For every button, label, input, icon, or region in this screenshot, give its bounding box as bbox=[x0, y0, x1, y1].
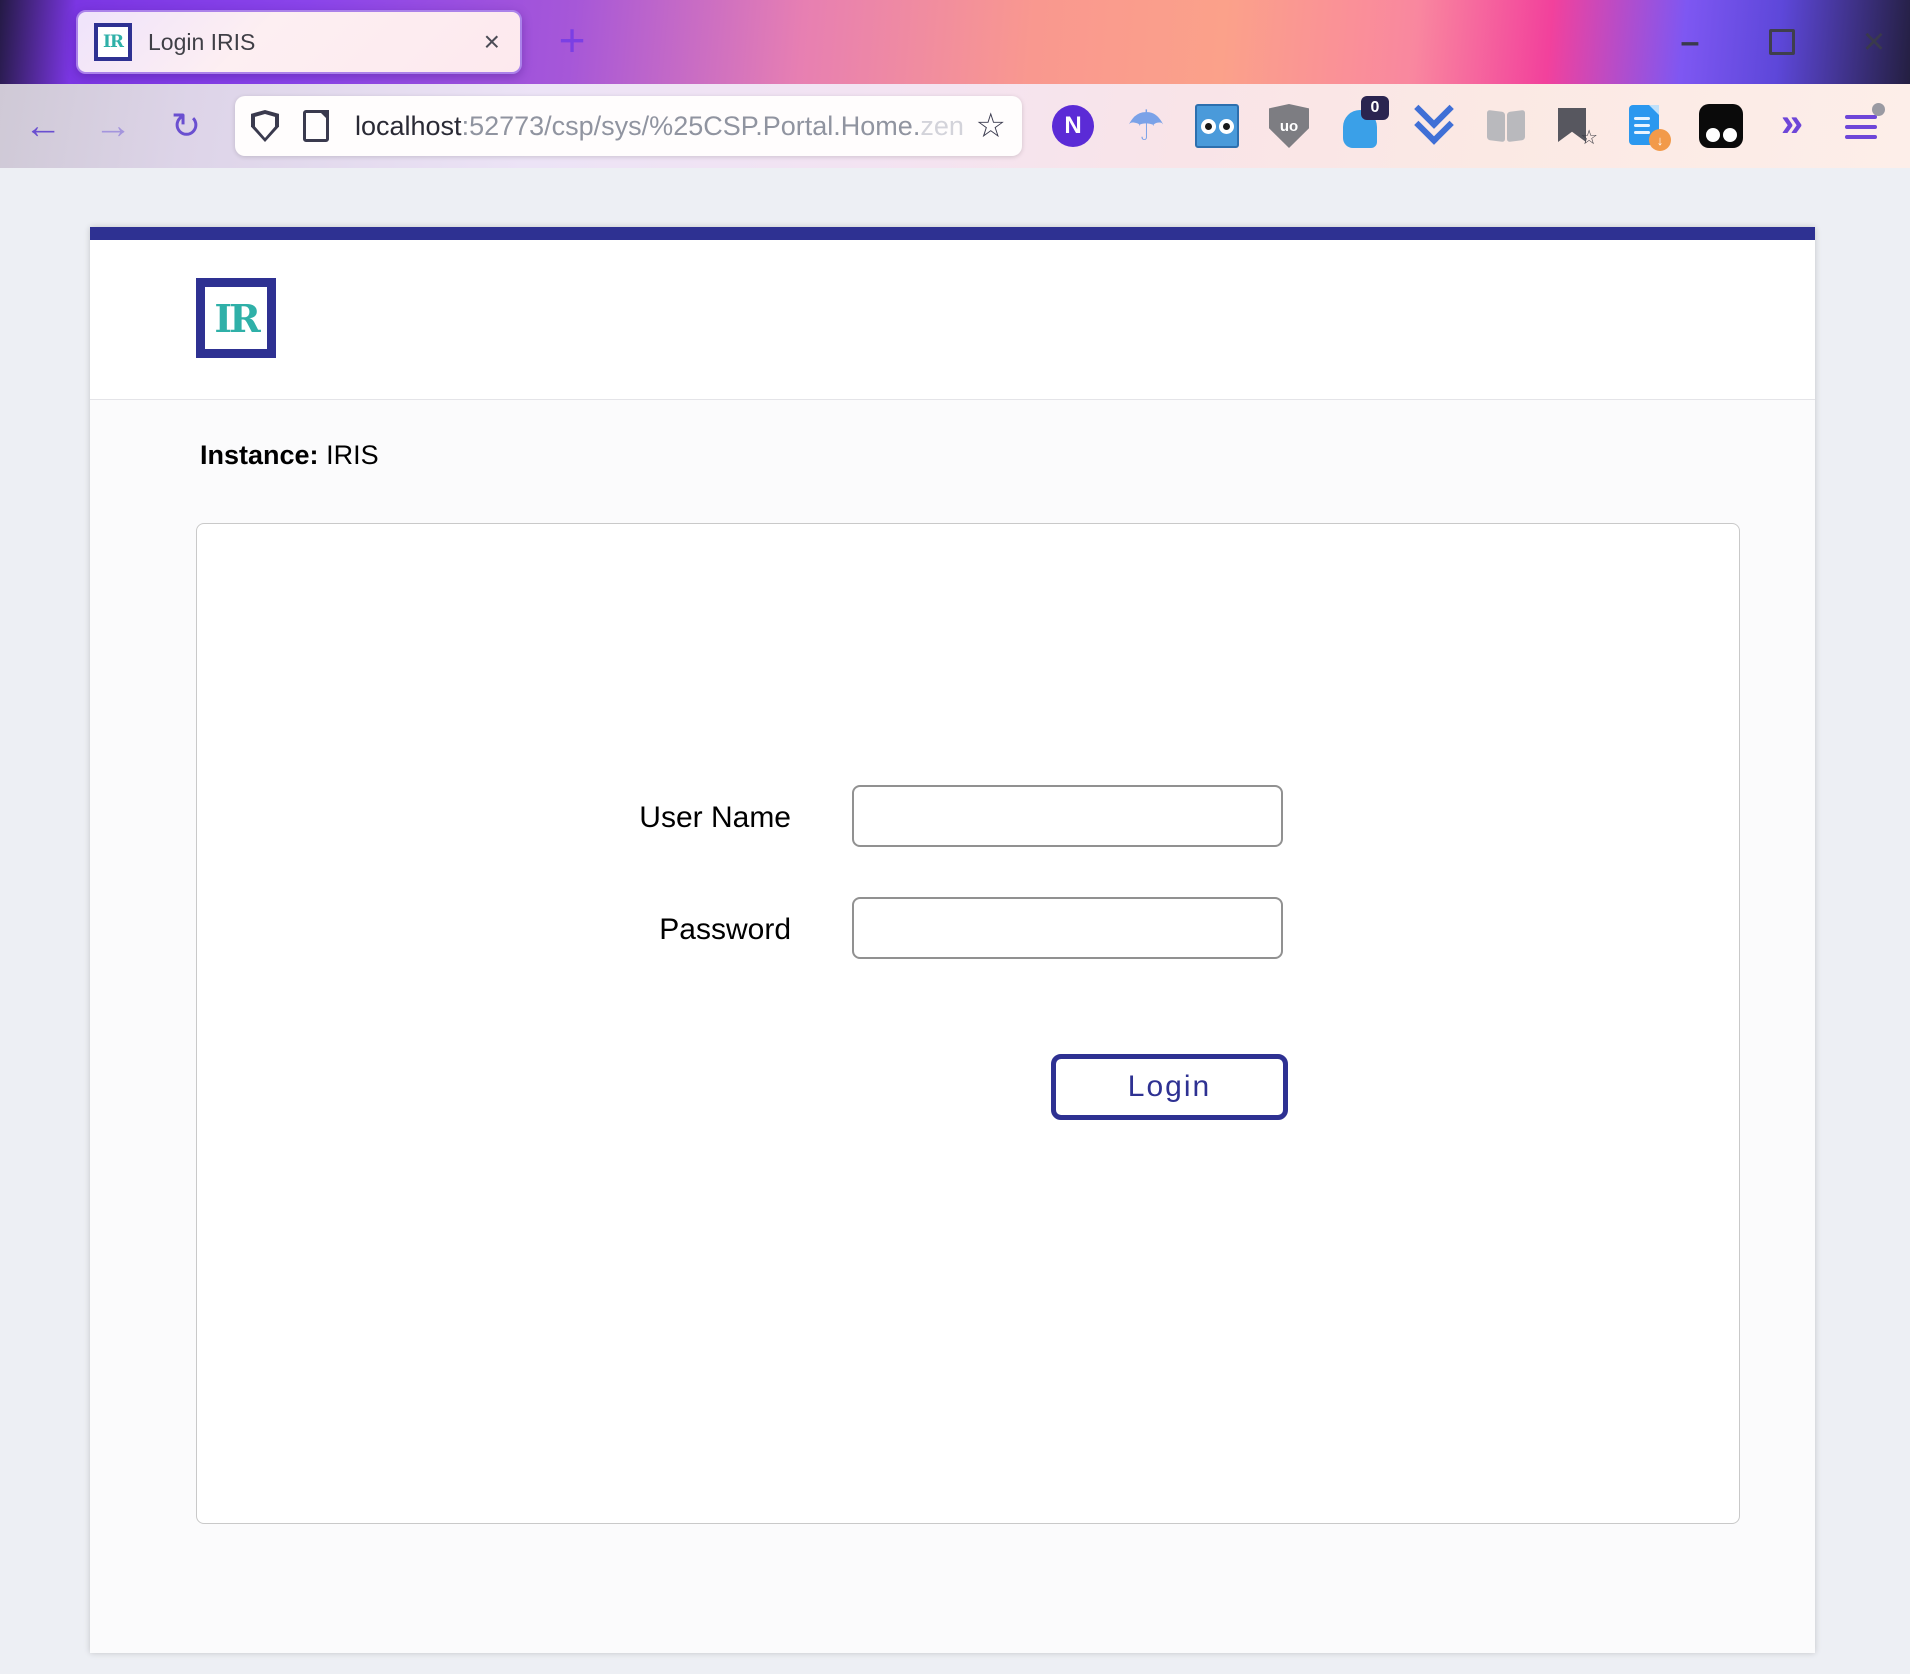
username-input[interactable] bbox=[852, 785, 1283, 847]
menu-notification-dot bbox=[1872, 103, 1885, 116]
overflow-chevron-icon: » bbox=[1781, 101, 1803, 146]
browser-tab[interactable]: IR Login IRIS × bbox=[76, 10, 522, 74]
url-path: :52773/csp/sys/%25CSP.Portal.Home. bbox=[462, 111, 921, 141]
ghost-icon: 0 bbox=[1341, 104, 1385, 148]
iris-logo: IR bbox=[196, 278, 276, 358]
extension-chevrons-button[interactable] bbox=[1412, 104, 1456, 148]
document-download-icon: ↓ bbox=[1629, 105, 1665, 147]
minimize-button[interactable]: – bbox=[1672, 24, 1708, 60]
bookmark-star-icon[interactable]: ☆ bbox=[976, 106, 1006, 146]
tracking-protection-shield-icon[interactable] bbox=[251, 110, 279, 142]
extension-ublock-button[interactable]: uo bbox=[1267, 104, 1311, 148]
page-accent-bar bbox=[90, 227, 1815, 240]
instance-line: Instance: IRIS bbox=[200, 440, 379, 471]
tab-favicon-icon: IR bbox=[94, 23, 132, 61]
page-body: Instance: IRIS User Name Password Login bbox=[90, 400, 1815, 1653]
page-header: IR bbox=[90, 240, 1815, 400]
iris-logo-text: IR bbox=[214, 296, 257, 341]
extension-ghost-button[interactable]: 0 bbox=[1341, 104, 1385, 148]
browser-titlebar: IR Login IRIS × + – × bbox=[0, 0, 1910, 84]
bookmark-flag-icon: ☆ bbox=[1558, 106, 1594, 146]
ublock-shield-icon: uo bbox=[1269, 104, 1309, 148]
login-page-card: IR Instance: IRIS User Name Password Log… bbox=[90, 227, 1815, 1653]
forward-button[interactable]: → bbox=[93, 104, 133, 148]
eyes-icon bbox=[1195, 104, 1239, 148]
back-button[interactable]: ← bbox=[23, 104, 63, 148]
page-viewport: IR Instance: IRIS User Name Password Log… bbox=[0, 168, 1910, 1674]
toolbar-overflow-button[interactable]: » bbox=[1770, 104, 1814, 148]
maximize-icon bbox=[1769, 29, 1795, 55]
url-host: localhost bbox=[355, 111, 462, 141]
ghost-badge-count: 0 bbox=[1361, 96, 1389, 120]
new-tab-button[interactable]: + bbox=[546, 10, 598, 70]
n-extension-icon: N bbox=[1052, 105, 1094, 147]
extension-document-button[interactable]: ↓ bbox=[1625, 104, 1669, 148]
instance-value: IRIS bbox=[326, 440, 379, 470]
instance-label: Instance: bbox=[200, 440, 319, 470]
password-label: Password bbox=[197, 897, 791, 963]
extension-n-button[interactable]: N bbox=[1051, 104, 1095, 148]
glasses-icon bbox=[1699, 104, 1743, 148]
tab-close-icon[interactable]: × bbox=[480, 26, 504, 58]
doc-badge-icon: ↓ bbox=[1649, 129, 1671, 151]
umbrella-icon: ☂ bbox=[1127, 105, 1165, 147]
bookmark-flag-star-icon: ☆ bbox=[1580, 125, 1598, 150]
tab-title: Login IRIS bbox=[148, 29, 480, 56]
maximize-button[interactable] bbox=[1764, 24, 1800, 60]
app-menu-button[interactable] bbox=[1842, 104, 1886, 148]
window-controls: – × bbox=[1672, 0, 1892, 84]
url-text: localhost:52773/csp/sys/%25CSP.Portal.Ho… bbox=[355, 111, 964, 142]
double-chevron-down-icon bbox=[1420, 107, 1448, 139]
extension-umbrella-button[interactable]: ☂ bbox=[1124, 104, 1168, 148]
url-bar[interactable]: localhost:52773/csp/sys/%25CSP.Portal.Ho… bbox=[235, 96, 1022, 156]
extension-glasses-button[interactable] bbox=[1699, 104, 1743, 148]
hamburger-menu-icon bbox=[1845, 109, 1883, 143]
tab-favicon-text: IR bbox=[103, 32, 123, 52]
open-book-icon bbox=[1487, 111, 1525, 141]
login-form-panel: User Name Password Login bbox=[196, 523, 1740, 1524]
close-window-button[interactable]: × bbox=[1856, 24, 1892, 60]
extension-eyes-button[interactable] bbox=[1195, 104, 1239, 148]
reader-book-button[interactable] bbox=[1484, 104, 1528, 148]
login-button[interactable]: Login bbox=[1051, 1054, 1288, 1120]
reload-button[interactable]: ↻ bbox=[166, 104, 206, 148]
username-label: User Name bbox=[197, 785, 791, 851]
browser-toolbar: ← → ↻ localhost:52773/csp/sys/%25CSP.Por… bbox=[0, 84, 1910, 168]
password-input[interactable] bbox=[852, 897, 1283, 959]
page-info-icon[interactable] bbox=[303, 110, 329, 142]
url-path-fade: zen bbox=[920, 111, 964, 141]
bookmark-manager-button[interactable]: ☆ bbox=[1554, 104, 1598, 148]
